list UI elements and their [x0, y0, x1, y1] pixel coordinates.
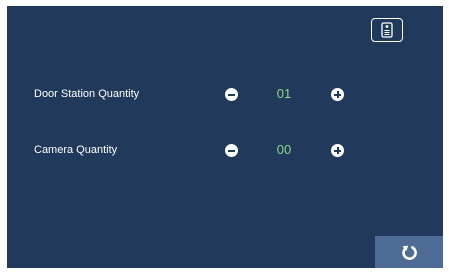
camera-quantity-row: Camera Quantity 00	[7, 141, 443, 161]
camera-quantity-value: 00	[276, 142, 292, 157]
door-station-quantity-label: Door Station Quantity	[34, 88, 140, 100]
door-station-quantity-value: 01	[276, 86, 292, 101]
door-station-increase-button[interactable]	[331, 88, 344, 101]
camera-quantity-label: Camera Quantity	[34, 144, 118, 156]
door-station-button[interactable]	[371, 18, 403, 42]
door-station-icon	[381, 22, 393, 38]
door-station-decrease-button[interactable]	[225, 88, 238, 101]
camera-increase-button[interactable]	[331, 144, 344, 157]
back-button[interactable]	[375, 236, 443, 268]
settings-screen: Door Station Quantity 01 Camera Quantity…	[7, 6, 443, 268]
door-station-quantity-row: Door Station Quantity 01	[7, 85, 443, 105]
camera-decrease-button[interactable]	[225, 144, 238, 157]
return-icon	[402, 245, 417, 260]
